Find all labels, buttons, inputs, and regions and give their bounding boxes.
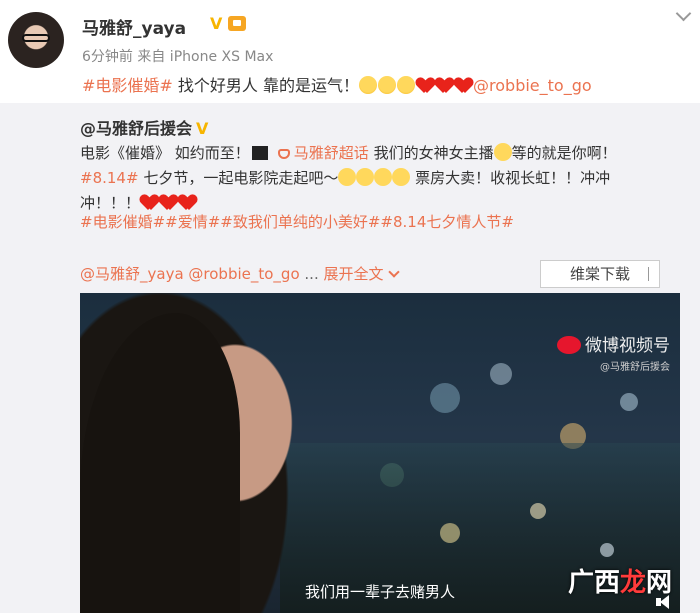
- bokeh-light: [600, 543, 614, 557]
- site-watermark-highlight: 龙: [619, 568, 646, 598]
- video-watermark: 微博视频号 @马雅舒后援会: [557, 331, 670, 373]
- mention-link[interactable]: @robbie_to_go: [188, 265, 299, 283]
- post-body: 找个好男人 靠的是运气！: [172, 76, 360, 95]
- bokeh-light: [440, 523, 460, 543]
- bokeh-light: [430, 383, 460, 413]
- verified-icon: V: [196, 119, 209, 138]
- heart-emoji-icon: [159, 193, 177, 211]
- smile-emoji-icon: [378, 76, 397, 94]
- repost-body: 电影《催婚》 如约而至！ 马雅舒超话 我们的女神女主播 等的就是你啊！ #8.14#…: [80, 141, 680, 216]
- repost-line1-c: 等的就是你啊！: [511, 144, 617, 162]
- heart-emoji-icon: [454, 76, 472, 94]
- heart-emoji-icon: [140, 193, 158, 211]
- member-crown-icon[interactable]: [228, 16, 246, 31]
- post-text: #电影催婚# 找个好男人 靠的是运气！ @robbie_to_go: [82, 72, 592, 96]
- expand-link[interactable]: 展开全文: [323, 265, 383, 283]
- smile-emoji-icon: [397, 76, 416, 94]
- wow-emoji-icon: [493, 143, 512, 161]
- heart-emoji-icon: [416, 76, 434, 94]
- watermark-title: 微博视频号: [557, 331, 670, 356]
- avatar-glasses: [22, 34, 50, 42]
- bokeh-light: [620, 393, 638, 411]
- supertopic-link[interactable]: 马雅舒超话: [294, 144, 369, 162]
- site-watermark-suffix: 网: [645, 568, 672, 598]
- wow-emoji-icon: [338, 168, 357, 186]
- bokeh-light: [530, 503, 546, 519]
- bokeh-light: [490, 363, 512, 385]
- watermark-sub: @马雅舒后援会: [600, 362, 670, 373]
- post-header: 马雅舒_yaya V 6分钟前 来自 iPhone XS Max #电影催婚# …: [0, 0, 700, 103]
- heart-emoji-icon: [435, 76, 453, 94]
- repost-line2-b: 票房大卖！收视长虹！！冲冲: [415, 169, 611, 187]
- download-button[interactable]: 维棠下载: [540, 260, 660, 288]
- repost-card: @马雅舒后援会 V 电影《催婚》 如约而至！ 马雅舒超话 我们的女神女主播 等的就是你…: [0, 103, 700, 613]
- post-mention[interactable]: @robbie_to_go: [473, 76, 592, 95]
- wow-emoji-icon: [356, 168, 375, 186]
- clapperboard-icon: [251, 146, 268, 160]
- repost-line1-b: 我们的女神女主播: [368, 144, 494, 162]
- ellipsis: ...: [299, 265, 324, 283]
- repost-line2-a: 七夕节，一起电影院走起吧～: [138, 169, 339, 187]
- heart-emoji-icon: [178, 193, 196, 211]
- date-hashtag[interactable]: #8.14#: [80, 169, 139, 187]
- username[interactable]: 马雅舒_yaya: [82, 14, 186, 39]
- repost-author-name[interactable]: @马雅舒后援会: [80, 119, 192, 138]
- site-watermark-prefix: 广西: [567, 568, 620, 598]
- chevron-down-icon[interactable]: [387, 266, 400, 278]
- mention-link[interactable]: @马雅舒_yaya: [80, 265, 184, 283]
- weibo-logo-icon: [557, 336, 581, 354]
- post-meta: 6分钟前 来自 iPhone XS Max: [82, 49, 274, 65]
- wow-emoji-icon: [374, 168, 393, 186]
- site-watermark: 广西龙网: [568, 562, 672, 599]
- repost-links: @马雅舒_yaya @robbie_to_go ... 展开全文: [80, 263, 400, 284]
- smile-emoji-icon: [359, 76, 378, 94]
- post-hashtag[interactable]: #电影催婚#: [82, 76, 173, 95]
- avatar[interactable]: [8, 12, 64, 68]
- supertopic-icon: [277, 149, 290, 159]
- repost-line3: 冲！！！: [80, 194, 141, 212]
- watermark-title-text: 微博视频号: [585, 336, 670, 356]
- repost-author[interactable]: @马雅舒后援会 V: [80, 115, 208, 139]
- hashtag-list[interactable]: #电影催婚##爱情##致我们单纯的小美好##8.14七夕情人节#: [80, 211, 514, 232]
- verified-icon: V: [210, 14, 223, 33]
- chevron-down-icon[interactable]: [676, 8, 690, 22]
- wow-emoji-icon: [392, 168, 411, 186]
- repost-line1-a: 电影《催婚》 如约而至！: [80, 144, 250, 162]
